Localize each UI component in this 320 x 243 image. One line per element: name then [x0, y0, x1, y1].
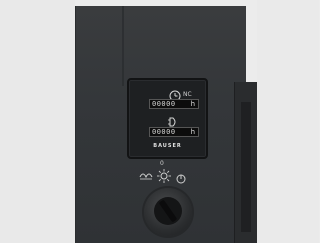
start-icon	[175, 170, 187, 189]
hour-meter-2-unit: h	[190, 128, 195, 136]
sun-icon	[156, 168, 172, 188]
brand-label: BAUSER	[153, 143, 182, 149]
hour-meter-2: 00000 h	[149, 127, 199, 137]
switch-position-zero: 0	[160, 160, 164, 167]
hour-meter-1: 00000 h	[149, 99, 199, 109]
preheat-icon	[138, 166, 154, 185]
side-frame	[234, 82, 257, 243]
hour-meter-1-unit: h	[190, 100, 195, 108]
wall-left	[0, 0, 75, 243]
meter-top-suffix: NC	[183, 91, 192, 98]
ignition-key-handle	[158, 199, 178, 223]
ignition-key-slot	[154, 197, 182, 225]
hour-meter-2-digits: 00000	[152, 128, 176, 136]
ignition-switch[interactable]	[144, 188, 192, 236]
wall-right	[257, 0, 319, 243]
panel-seam	[122, 6, 124, 86]
frame-rail	[241, 102, 251, 232]
hour-meter-1-digits: 00000	[152, 100, 176, 108]
hour-meter-cluster: NC 00000 h 00000 h BAUSER	[127, 78, 208, 159]
